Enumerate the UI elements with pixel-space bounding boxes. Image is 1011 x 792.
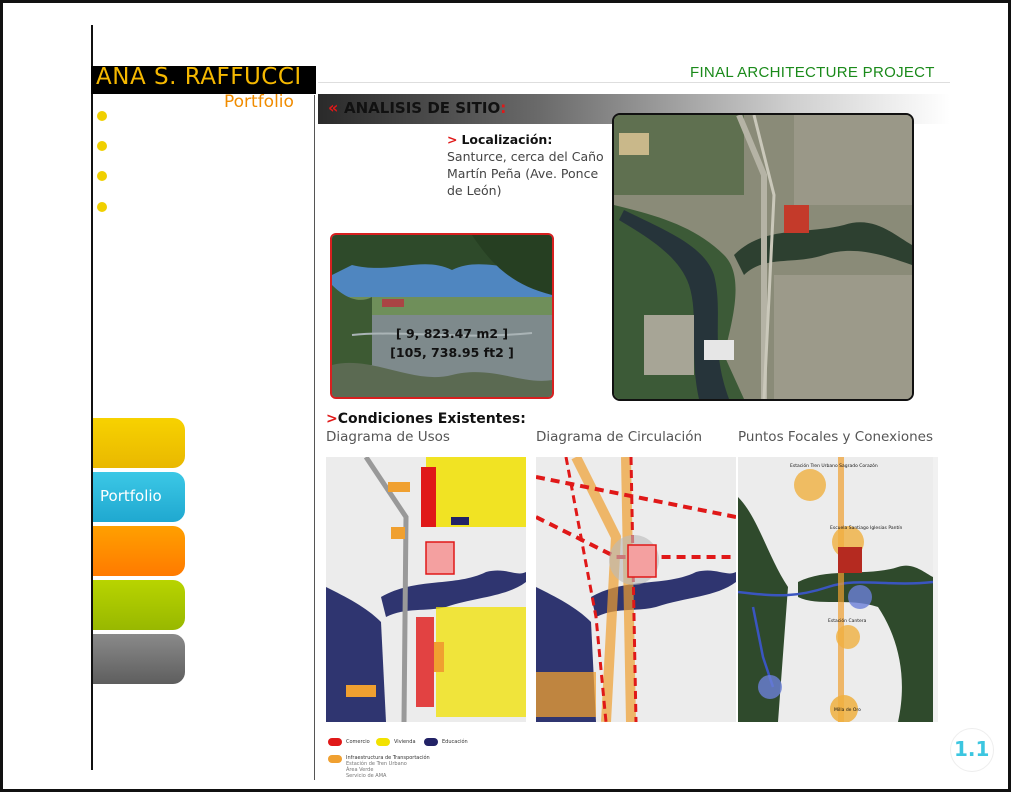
legend-item-educacion: Educación [442, 739, 468, 745]
location-text: Santurce, cerca del Caño Martín Peña (Av… [447, 149, 604, 198]
project-title: FINAL ARCHITECTURE PROJECT [690, 64, 935, 81]
aerial-photo [612, 113, 914, 401]
nav-tab-green[interactable] [93, 580, 185, 630]
page-number-badge: 1.1 [950, 728, 994, 772]
focal-label-milla: Milla de Oro [834, 707, 861, 713]
area-ft2: [105, 738.95 ft2 ] [390, 345, 514, 360]
legend-swatch [328, 755, 342, 763]
bullet-icon [97, 171, 107, 181]
land-use-diagram [326, 457, 526, 722]
site-photo [330, 233, 554, 399]
legend-swatch [424, 738, 438, 746]
author-name: ANA S. RAFFUCCI [96, 64, 302, 90]
diagram-label-usos: Diagrama de Usos [326, 429, 450, 445]
location-label: Localización: [461, 132, 553, 147]
legend-item-comercio: Comercio [346, 739, 370, 745]
conditions-title: >Condiciones Existentes: [326, 411, 526, 427]
section-title-text: ANALISIS DE SITIO [344, 99, 501, 117]
area-m2: [ 9, 823.47 m2 ] [395, 326, 509, 341]
nav-tab-label: Portfolio [100, 487, 162, 505]
diagram-label-circulacion: Diagrama de Circulación [536, 429, 703, 445]
bullet-icon [97, 202, 107, 212]
section-title: ANALISIS DE SITIO: [344, 99, 506, 117]
portfolio-subtitle: Portfolio [224, 92, 294, 112]
site-area-label: [ 9, 823.47 m2 ] [105, 738.95 ft2 ] [388, 324, 516, 362]
center-rule [314, 95, 315, 780]
conditions-title-text: Condiciones Existentes: [337, 411, 526, 427]
location-block: > Localización: Santurce, cerca del Caño… [447, 131, 612, 199]
legend-swatch [328, 738, 342, 746]
nav-tab-portfolio[interactable]: Portfolio [93, 472, 185, 522]
bullet-icon [97, 141, 107, 151]
nav-tab-gray[interactable] [93, 634, 185, 684]
diagram-label-focal: Puntos Focales y Conexiones [738, 429, 933, 445]
focal-label-escuela: Escuela Santiago Iglesias Pantín [830, 524, 902, 531]
bullet-icon [97, 111, 107, 121]
section-title-colon: : [500, 99, 507, 117]
legend-item-vivienda: Vivienda [394, 739, 416, 745]
nav-tab-orange[interactable] [93, 526, 185, 576]
location-arrow: > [447, 132, 458, 147]
double-chevron-icon: « [328, 98, 339, 117]
conditions-arrow: > [326, 411, 338, 427]
page-number: 1.1 [954, 737, 990, 761]
focal-label-tren: Estación Tren Urbano Sagrado Corazón [790, 462, 878, 469]
legend-subitem: Servicio de AMA [346, 773, 387, 779]
legend-swatch [376, 738, 390, 746]
diagram-legend: Comercio Vivienda Educación Infraestruct… [328, 733, 488, 783]
focal-points-diagram: Estación Tren Urbano Sagrado Corazón Esc… [738, 457, 938, 722]
title-rule [318, 82, 950, 83]
focal-label-cantera: Estación Cantera [828, 617, 867, 624]
circulation-diagram [536, 457, 736, 722]
nav-tab-yellow[interactable] [93, 418, 185, 468]
